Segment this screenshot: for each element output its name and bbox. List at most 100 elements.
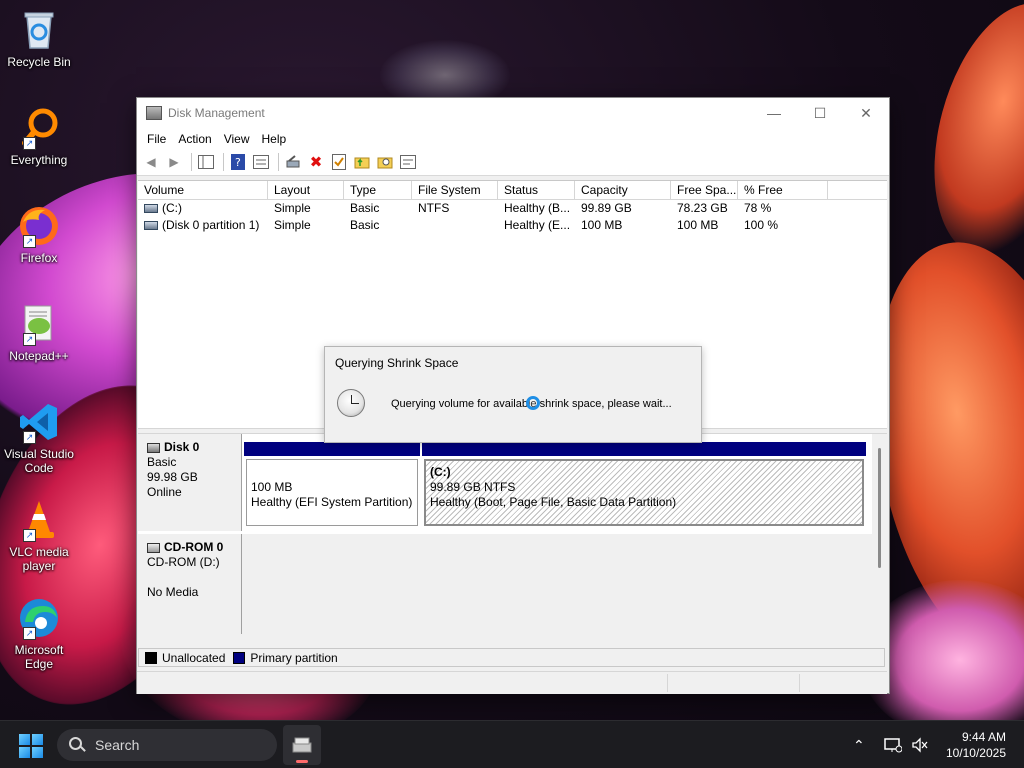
volume-type: Basic	[350, 218, 380, 232]
disk-management-icon	[292, 737, 312, 753]
menu-bar: File Action View Help	[137, 128, 889, 149]
desktop-icon-label: Visual Studio Code	[4, 447, 74, 475]
cdrom-icon	[147, 542, 160, 553]
delete-icon[interactable]: ✖	[306, 152, 326, 172]
connect-disk-icon[interactable]	[283, 152, 303, 172]
desktop-icon-recycle-bin[interactable]: Recycle Bin	[4, 8, 74, 69]
table-row[interactable]: (Disk 0 partition 1) Simple Basic Health…	[138, 217, 887, 234]
open-folder-icon[interactable]	[352, 152, 372, 172]
disk-name: Disk 0	[164, 440, 200, 454]
disk-size: 99.98 GB	[147, 470, 198, 484]
volume-drive-icon	[144, 204, 158, 214]
cdrom-0-row[interactable]: CD-ROM 0 CD-ROM (D:) No Media	[138, 534, 872, 634]
desktop-icon-everything[interactable]: ↗ Everything	[4, 106, 74, 167]
show-hidden-icons-chevron-icon[interactable]: ⌃	[853, 721, 865, 768]
search-folder-icon[interactable]	[375, 152, 395, 172]
system-clock[interactable]: 9:44 AM 10/10/2025	[946, 729, 1006, 761]
status-bar	[137, 671, 887, 694]
partition-status: Healthy (Boot, Page File, Basic Data Par…	[430, 495, 677, 509]
clock-time: 9:44 AM	[961, 730, 1006, 744]
start-button[interactable]	[19, 734, 43, 758]
column-layout[interactable]: Layout	[268, 181, 344, 199]
minimize-button[interactable]: —	[751, 98, 797, 128]
shortcut-arrow-icon: ↗	[23, 529, 36, 542]
volume-file-system: NTFS	[418, 201, 450, 215]
menu-help[interactable]: Help	[256, 132, 293, 146]
volume-drive-icon	[144, 221, 158, 231]
desktop-icon-vscode[interactable]: ↗ Visual Studio Code	[4, 400, 74, 475]
back-arrow-icon[interactable]: ◀	[141, 152, 161, 172]
disk-management-icon	[146, 106, 162, 120]
volume-list-header: Volume Layout Type File System Status Ca…	[138, 181, 887, 200]
properties-icon[interactable]	[251, 152, 271, 172]
console-tree-icon[interactable]	[196, 152, 216, 172]
menu-view[interactable]: View	[218, 132, 256, 146]
volume-status: Healthy (B...	[504, 201, 571, 215]
svg-text:?: ?	[235, 156, 241, 169]
menu-file[interactable]: File	[141, 132, 172, 146]
desktop-icon-label: Everything	[10, 153, 68, 167]
disk-0-row[interactable]: Disk 0 Basic 99.98 GB Online 100 MB Heal…	[138, 434, 872, 531]
menu-action[interactable]: Action	[172, 132, 217, 146]
volume-capacity: 99.89 GB	[581, 201, 632, 215]
scrollbar-thumb[interactable]	[878, 448, 881, 568]
maximize-button[interactable]: ☐	[797, 98, 843, 128]
partition-efi[interactable]: 100 MB Healthy (EFI System Partition)	[244, 442, 420, 528]
desktop-icon-label: Firefox	[20, 251, 58, 265]
volume-percent-free: 100 %	[744, 218, 779, 232]
table-row[interactable]: (C:) Simple Basic NTFS Healthy (B... 99.…	[138, 200, 887, 217]
disk-graphical-pane: Disk 0 Basic 99.98 GB Online 100 MB Heal…	[138, 434, 872, 634]
shortcut-arrow-icon: ↗	[23, 627, 36, 640]
column-status[interactable]: Status	[498, 181, 575, 199]
volume-muted-icon[interactable]	[911, 721, 929, 768]
disk-kind: CD-ROM (D:)	[147, 555, 220, 569]
view-list-icon[interactable]	[398, 152, 418, 172]
notepad-plus-plus-icon: ↗	[17, 302, 61, 346]
disk-pane-scrollbar[interactable]	[873, 434, 887, 634]
desktop-icon-label: Microsoft Edge	[14, 643, 64, 671]
vscode-icon: ↗	[17, 400, 61, 444]
volume-type: Basic	[350, 201, 380, 215]
close-button[interactable]: ✕	[843, 98, 889, 128]
forward-arrow-icon[interactable]: ▶	[164, 152, 184, 172]
column-type[interactable]: Type	[344, 181, 412, 199]
cdrom-0-label[interactable]: CD-ROM 0 CD-ROM (D:) No Media	[138, 534, 242, 634]
desktop-icon-notepadpp[interactable]: ↗ Notepad++	[4, 302, 74, 363]
shortcut-arrow-icon: ↗	[23, 333, 36, 346]
disk-kind: Basic	[147, 455, 177, 469]
volume-status: Healthy (E...	[504, 218, 571, 232]
taskbar-app-disk-management[interactable]	[283, 725, 321, 765]
help-icon[interactable]: ?	[228, 152, 248, 172]
title-bar[interactable]: Disk Management — ☐ ✕	[137, 98, 889, 128]
column-file-system[interactable]: File System	[412, 181, 498, 199]
clock-icon	[337, 389, 365, 417]
volume-percent-free: 78 %	[744, 201, 772, 215]
volume-free-space: 78.23 GB	[677, 201, 728, 215]
partition-c[interactable]: (C:) 99.89 GB NTFS Healthy (Boot, Page F…	[422, 442, 866, 528]
volume-layout: Simple	[274, 218, 311, 232]
volume-capacity: 100 MB	[581, 218, 623, 232]
everything-search-icon: ↗	[17, 106, 61, 150]
desktop-icon-vlc[interactable]: ↗ VLC media player	[4, 498, 74, 573]
column-percent-free[interactable]: % Free	[738, 181, 828, 199]
search-icon	[69, 737, 85, 753]
network-icon[interactable]	[884, 721, 902, 768]
legend-swatch-unallocated	[145, 651, 157, 664]
taskbar-search[interactable]: Search	[57, 729, 277, 761]
desktop-icon-edge[interactable]: ↗ Microsoft Edge	[4, 596, 74, 671]
search-placeholder: Search	[95, 737, 140, 753]
desktop-icon-firefox[interactable]: ↗ Firefox	[4, 204, 74, 265]
partition-status: Healthy (EFI System Partition)	[251, 495, 413, 509]
desktop-icon-label: VLC media player	[9, 545, 69, 573]
desktop-icon-label: Recycle Bin	[7, 55, 71, 69]
checklist-icon[interactable]	[329, 152, 349, 172]
column-free-space[interactable]: Free Spa...	[671, 181, 738, 199]
disk-0-label[interactable]: Disk 0 Basic 99.98 GB Online	[138, 434, 242, 531]
disk-state: Online	[147, 485, 182, 499]
edge-icon: ↗	[17, 596, 61, 640]
toolbar: ◀ ▶ ? ✖	[137, 149, 889, 176]
disk-drive-icon	[147, 442, 160, 453]
partition-title: (C:)	[430, 465, 451, 479]
column-capacity[interactable]: Capacity	[575, 181, 671, 199]
column-volume[interactable]: Volume	[138, 181, 268, 199]
